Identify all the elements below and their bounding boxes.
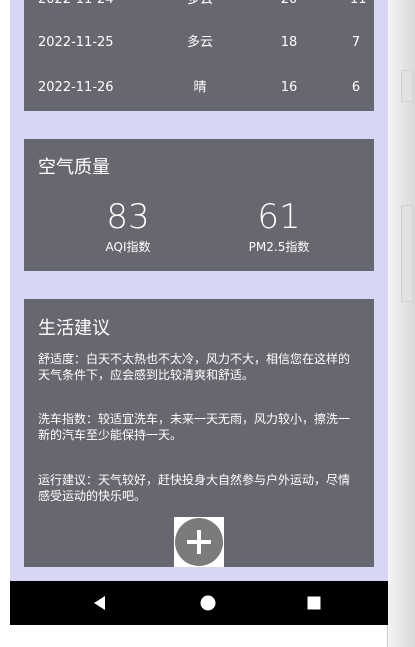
forecast-card: 2022-11-24 多云 20 11 2022-11-25 多云 18 7 2… [24, 0, 374, 111]
forecast-row: 2022-11-25 多云 18 7 [24, 33, 374, 53]
sport-text: 运行建议：天气较好，赶快投身大自然参与户外运动，尽情感受运动的快乐吧。 [38, 473, 351, 503]
volume-button [401, 205, 413, 302]
recents-button[interactable] [284, 581, 344, 625]
forecast-weather: 晴 [193, 80, 207, 95]
aqi-stat: 83 AQI指数 [53, 198, 203, 255]
forecast-date: 2022-11-25 [38, 35, 114, 50]
app-screen: 2022-11-24 多云 20 11 2022-11-25 多云 18 7 2… [10, 0, 388, 625]
forecast-date: 2022-11-24 [38, 0, 114, 10]
comfort-text: 舒适度：白天不太热也不太冷，风力不大，相信您在这样的天气条件下，应会感到比较清爽… [38, 352, 351, 382]
fab-container [174, 517, 224, 567]
car-wash-text: 洗车指数：较适宜洗车，未来一天无雨，风力较小，擦洗一新的汽车至少能保持一天。 [38, 412, 351, 442]
forecast-row: 2022-11-26 晴 16 6 [24, 78, 374, 98]
aqi-label: AQI指数 [105, 240, 151, 254]
back-triangle-icon [94, 596, 105, 610]
life-suggestion-card: 生活建议 舒适度：白天不太热也不太冷，风力不大，相信您在这样的天气条件下，应会感… [24, 299, 374, 567]
power-button [401, 70, 413, 102]
recents-square-icon [307, 596, 321, 610]
home-circle-icon [200, 595, 216, 611]
forecast-weather: 多云 [186, 35, 213, 50]
forecast-row: 2022-11-24 多云 20 11 [24, 0, 374, 10]
forecast-weather: 多云 [186, 0, 214, 10]
pm25-value: 61 [257, 197, 301, 237]
add-button[interactable] [175, 518, 223, 566]
forecast-min-temp: 7 [351, 35, 361, 50]
forecast-max-temp: 20 [279, 0, 299, 10]
navigation-bar [10, 581, 388, 625]
forecast-max-temp: 18 [280, 35, 298, 50]
forecast-min-temp: 6 [351, 80, 361, 95]
life-suggestion-title: 生活建议 [38, 318, 110, 339]
device-frame-edge [387, 0, 415, 647]
back-button[interactable] [70, 581, 130, 625]
forecast-max-temp: 16 [280, 80, 298, 95]
plus-icon [187, 530, 211, 554]
forecast-min-temp: 11 [350, 0, 367, 10]
forecast-date: 2022-11-26 [38, 80, 114, 95]
pm25-stat: 61 PM2.5指数 [204, 198, 354, 255]
home-button[interactable] [178, 581, 238, 625]
air-quality-card: 空气质量 83 AQI指数 61 PM2.5指数 [24, 139, 374, 271]
air-quality-title: 空气质量 [38, 157, 110, 178]
aqi-value: 83 [106, 197, 150, 237]
pm25-label: PM2.5指数 [248, 240, 310, 254]
